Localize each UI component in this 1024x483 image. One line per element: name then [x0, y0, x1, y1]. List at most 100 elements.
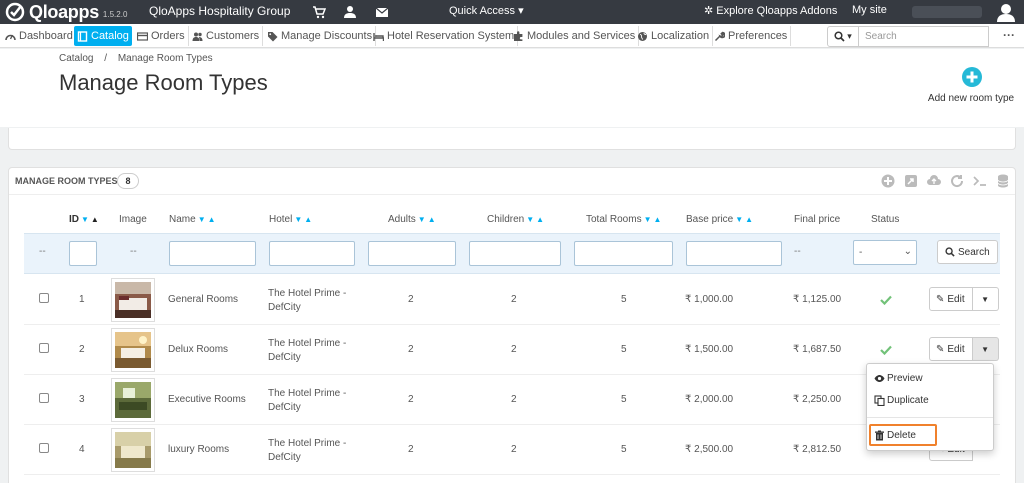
- sort-desc-icon[interactable]: ▼: [294, 215, 302, 224]
- nav-item-preferences[interactable]: Preferences: [711, 26, 792, 46]
- cart-icon[interactable]: [312, 5, 326, 19]
- menu-item-delete[interactable]: Delete: [874, 430, 916, 441]
- col-final-price: Final price: [794, 214, 841, 225]
- quick-access-menu[interactable]: Quick Access ▾: [449, 4, 524, 17]
- sort-asc-icon[interactable]: ▲: [428, 215, 436, 224]
- col-name[interactable]: Name ▼ ▲: [169, 214, 216, 225]
- sort-asc-icon[interactable]: ▲: [208, 215, 216, 224]
- search-scope-button[interactable]: ▾: [827, 26, 859, 47]
- nav-item-hotel-reservation[interactable]: Hotel Reservation System: [370, 26, 519, 46]
- adults: 2: [408, 344, 414, 355]
- filter-base-price-input[interactable]: [686, 241, 782, 266]
- my-site-link[interactable]: My site: [852, 4, 887, 16]
- sort-desc-icon[interactable]: ▼: [81, 215, 89, 224]
- filter-name-input[interactable]: [169, 241, 256, 266]
- nav-item-catalog[interactable]: Catalog: [74, 26, 132, 46]
- col-total-rooms-label: Total Rooms: [586, 214, 642, 225]
- nav-item-orders[interactable]: Orders: [134, 26, 189, 46]
- col-base-price-label: Base price: [686, 214, 734, 225]
- room-thumbnail: [111, 428, 155, 472]
- actions-dropdown-toggle[interactable]: ▼: [972, 337, 999, 361]
- col-image: Image: [119, 214, 147, 225]
- status-enabled-icon[interactable]: [880, 345, 892, 355]
- table-row[interactable]: 2 Delux Rooms The Hotel Prime - DefCity …: [24, 325, 1000, 375]
- status-enabled-icon[interactable]: [880, 295, 892, 305]
- breadcrumb-separator: /: [104, 53, 108, 64]
- col-adults-label: Adults: [388, 214, 416, 225]
- add-new-label: Add new room type: [927, 93, 1015, 104]
- room-types-panel: MANAGE ROOM TYPES 8 ID ▼ ▲ Image Name ▼ ▲ Ho…: [8, 167, 1016, 483]
- nav-item-dashboard[interactable]: Dashboard: [2, 26, 77, 46]
- filter-total-rooms-input[interactable]: [574, 241, 673, 266]
- sort-asc-icon[interactable]: ▲: [745, 215, 753, 224]
- edit-button[interactable]: ✎Edit: [929, 287, 973, 311]
- export-icon[interactable]: [903, 173, 919, 189]
- user-icon[interactable]: [343, 5, 357, 19]
- base-price: ₹ 2,000.00: [685, 394, 734, 405]
- col-children[interactable]: Children ▼ ▲: [487, 214, 544, 225]
- brand-logo[interactable]: Qloapps 1.5.2.0: [4, 1, 127, 23]
- sql-terminal-icon[interactable]: [972, 173, 988, 189]
- sort-desc-icon[interactable]: ▼: [644, 215, 652, 224]
- row-checkbox[interactable]: [39, 443, 49, 453]
- nav-label: Orders: [151, 30, 185, 42]
- col-children-label: Children: [487, 214, 525, 225]
- refresh-icon[interactable]: [949, 173, 965, 189]
- row-checkbox[interactable]: [39, 393, 49, 403]
- filter-hotel-input[interactable]: [269, 241, 355, 266]
- menu-item-preview[interactable]: Preview: [874, 373, 923, 384]
- nav-item-discounts[interactable]: Manage Discounts: [264, 26, 377, 46]
- more-options-icon[interactable]: ···: [1003, 28, 1015, 42]
- room-thumbnail: [111, 378, 155, 422]
- total-rooms: 5: [621, 444, 627, 455]
- col-id[interactable]: ID ▼ ▲: [69, 214, 99, 225]
- nav-item-modules[interactable]: Modules and Services: [510, 26, 640, 46]
- search-icon: [834, 31, 845, 42]
- sort-asc-icon[interactable]: ▲: [304, 215, 312, 224]
- filter-search-button[interactable]: Search: [937, 240, 998, 264]
- caret-down-icon: ▾: [847, 31, 852, 41]
- filter-id-input[interactable]: [69, 241, 97, 266]
- table-row[interactable]: 3 Executive Rooms The Hotel Prime - DefC…: [24, 375, 1000, 425]
- cloud-upload-icon[interactable]: [926, 173, 942, 189]
- filter-status-select[interactable]: - ⌄: [853, 240, 917, 265]
- add-new-room-type-button[interactable]: Add new room type: [926, 67, 1018, 104]
- col-total-rooms[interactable]: Total Rooms ▼ ▲: [586, 214, 661, 225]
- row-checkbox[interactable]: [39, 293, 49, 303]
- row-checkbox[interactable]: [39, 343, 49, 353]
- col-base-price[interactable]: Base price ▼ ▲: [686, 214, 753, 225]
- edit-button[interactable]: ✎Edit: [929, 337, 973, 361]
- search-input[interactable]: Search: [859, 26, 989, 47]
- nav-item-customers[interactable]: Customers: [189, 26, 264, 46]
- total-rooms: 5: [621, 294, 627, 305]
- breadcrumb-catalog[interactable]: Catalog: [59, 53, 93, 64]
- filter-children-input[interactable]: [469, 241, 561, 266]
- nav-item-localization[interactable]: Localization: [634, 26, 714, 46]
- explore-addons-link[interactable]: ✲ Explore Qloapps Addons: [704, 4, 837, 17]
- page-title: Manage Room Types: [59, 70, 268, 95]
- breadcrumb: Catalog / Manage Room Types: [59, 53, 213, 64]
- room-thumbnail: [111, 278, 155, 322]
- table-row[interactable]: 1 General Rooms The Hotel Prime - DefCit…: [24, 275, 1000, 325]
- employee-name-blurred[interactable]: [912, 6, 982, 18]
- database-icon[interactable]: [995, 173, 1011, 189]
- col-adults[interactable]: Adults ▼ ▲: [388, 214, 436, 225]
- filter-dash: --: [39, 246, 46, 257]
- shop-name-link[interactable]: QloApps Hospitality Group: [149, 4, 290, 18]
- table-row[interactable]: 4 luxury Rooms The Hotel Prime - DefCity…: [24, 425, 1000, 475]
- sort-asc-icon[interactable]: ▲: [654, 215, 662, 224]
- menu-item-duplicate[interactable]: Duplicate: [874, 395, 929, 406]
- envelope-icon[interactable]: [375, 5, 389, 19]
- sort-desc-icon[interactable]: ▼: [418, 215, 426, 224]
- filter-adults-input[interactable]: [368, 241, 456, 266]
- actions-dropdown-toggle[interactable]: ▼: [972, 287, 999, 311]
- sort-desc-icon[interactable]: ▼: [526, 215, 534, 224]
- sort-asc-icon[interactable]: ▲: [536, 215, 544, 224]
- sort-desc-icon[interactable]: ▼: [198, 215, 206, 224]
- add-new-icon[interactable]: [880, 173, 896, 189]
- room-photo-icon: [115, 332, 151, 368]
- sort-desc-icon[interactable]: ▼: [735, 215, 743, 224]
- sort-asc-icon[interactable]: ▲: [91, 215, 99, 224]
- col-hotel[interactable]: Hotel ▼ ▲: [269, 214, 312, 225]
- avatar-icon[interactable]: [996, 2, 1016, 22]
